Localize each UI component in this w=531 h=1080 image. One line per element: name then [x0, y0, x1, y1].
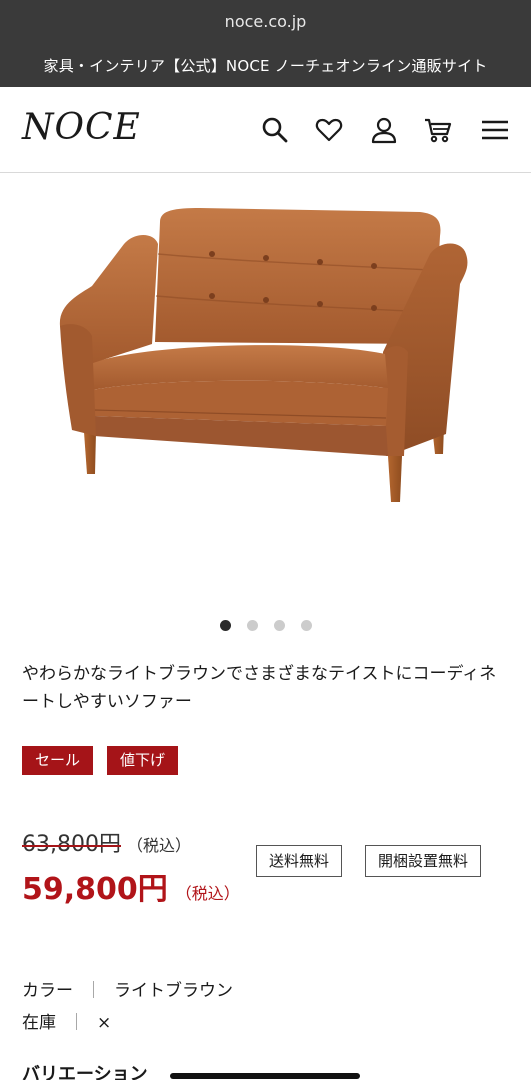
pagination-dot[interactable]	[300, 620, 312, 631]
spec-stock-value: ×	[97, 1013, 112, 1033]
spec-color: カラー ｜ ライトブラウン	[22, 976, 233, 1001]
heart-icon[interactable]	[312, 113, 346, 147]
browser-bar: noce.co.jp 家具・インテリア【公式】NOCE ノーチェオンライン通販サ…	[0, 0, 531, 87]
product-description: やわらかなライトブラウンでさまざまなテイストにコーディネートしやすいソファー	[22, 664, 497, 712]
page-title: 家具・インテリア【公式】NOCE ノーチェオンライン通販サイト	[43, 57, 488, 75]
spec-stock-label: 在庫	[22, 1013, 56, 1033]
spec-color-label: カラー	[22, 981, 73, 1001]
menu-icon[interactable]	[478, 113, 512, 147]
price-drop-tag: 値下げ	[107, 746, 179, 775]
site-logo[interactable]: NOCE	[22, 107, 141, 148]
product-image[interactable]	[0, 174, 531, 604]
spec-stock: 在庫 ｜ ×	[22, 1008, 111, 1033]
spec-separator: ｜	[68, 1013, 85, 1033]
original-price-value: 63,800円	[22, 832, 121, 857]
free-installation-badge: 開梱設置無料	[365, 845, 482, 877]
sale-tag: セール	[22, 746, 94, 775]
product-tags: セール 値下げ	[22, 746, 179, 775]
home-indicator[interactable]	[170, 1073, 360, 1079]
site-header: NOCE	[0, 87, 531, 173]
sale-price-tax: （税込）	[175, 884, 240, 903]
sale-price-value: 59,800円	[22, 872, 168, 907]
pagination-dot[interactable]	[246, 620, 258, 631]
spec-separator: ｜	[85, 981, 102, 1001]
original-price-tax: （税込）	[126, 836, 191, 855]
spec-color-value: ライトブラウン	[114, 981, 233, 1001]
sofa-image	[59, 208, 468, 502]
cart-icon[interactable]	[421, 113, 455, 147]
pagination-dot[interactable]	[273, 620, 285, 631]
original-price: 63,800円 （税込）	[22, 826, 191, 858]
pagination-dot[interactable]	[219, 620, 231, 631]
url-bar[interactable]: noce.co.jp	[0, 12, 531, 31]
variation-heading: バリエーション	[22, 1064, 148, 1080]
free-shipping-badge: 送料無料	[256, 845, 343, 877]
sale-price: 59,800円 （税込）	[22, 864, 240, 908]
user-icon[interactable]	[367, 113, 401, 147]
search-icon[interactable]	[258, 113, 292, 147]
image-pagination	[0, 620, 531, 632]
